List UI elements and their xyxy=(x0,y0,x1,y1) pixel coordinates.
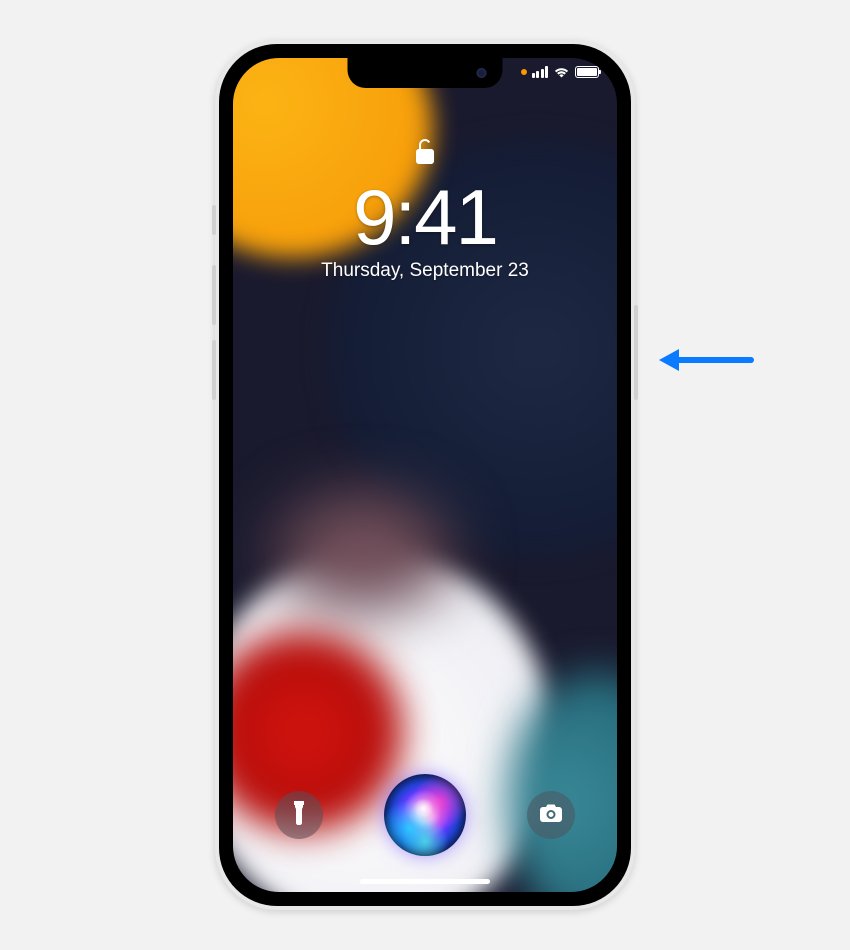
cell-signal-icon xyxy=(532,66,549,78)
lock-screen-content: 9:41 Thursday, September 23 xyxy=(233,138,617,282)
front-camera xyxy=(477,68,487,78)
wifi-icon xyxy=(553,66,570,78)
phone-bezel: 9:41 Thursday, September 23 xyxy=(219,44,631,906)
status-bar xyxy=(521,66,600,78)
callout-arrow-icon xyxy=(655,345,755,380)
screen[interactable]: 9:41 Thursday, September 23 xyxy=(233,58,617,892)
iphone-mockup: 9:41 Thursday, September 23 xyxy=(215,40,635,910)
unlock-icon xyxy=(414,138,436,170)
volume-up-button[interactable] xyxy=(212,265,216,325)
siri-orb[interactable] xyxy=(384,774,466,856)
time-display: 9:41 xyxy=(353,178,497,256)
side-button[interactable] xyxy=(634,305,638,400)
notch xyxy=(348,58,503,88)
battery-fill xyxy=(577,68,597,76)
location-indicator-dot xyxy=(521,69,527,75)
home-indicator[interactable] xyxy=(360,879,490,884)
camera-icon xyxy=(539,803,563,828)
bottom-controls xyxy=(233,774,617,856)
silent-switch[interactable] xyxy=(212,205,216,235)
wallpaper-blob xyxy=(273,492,453,612)
date-display: Thursday, September 23 xyxy=(321,260,529,282)
phone-frame: 9:41 Thursday, September 23 xyxy=(215,40,635,910)
flashlight-icon xyxy=(292,801,306,830)
flashlight-button[interactable] xyxy=(275,791,323,839)
battery-icon xyxy=(575,66,599,78)
volume-down-button[interactable] xyxy=(212,340,216,400)
camera-button[interactable] xyxy=(527,791,575,839)
